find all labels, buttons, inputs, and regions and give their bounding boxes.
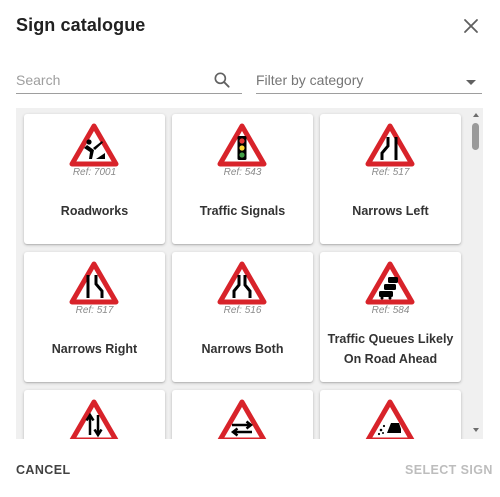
sign-name: Narrows Both — [201, 342, 284, 356]
sign-name: Narrows Left — [352, 204, 429, 218]
sign-ref: Ref: 7001 — [72, 167, 117, 178]
category-filter-label: Filter by category — [256, 72, 364, 88]
cancel-button[interactable]: CANCEL — [16, 463, 70, 477]
two-way-traffic-crosses-sign-icon — [217, 399, 267, 439]
sign-grid[interactable]: Ref: 7001 Roadworks Ref: 543 Traffic Sig… — [16, 108, 483, 439]
close-icon — [464, 19, 478, 33]
chevron-down-icon — [466, 80, 476, 85]
sign-ref: Ref: 543 — [223, 167, 262, 178]
sign-ref: Ref: 517 — [371, 167, 410, 178]
sign-ref: Ref: 584 — [371, 305, 410, 316]
sign-catalogue-dialog: Sign catalogue Filter by category Ref: 7… — [0, 0, 500, 497]
sign-name: Narrows Right — [51, 342, 138, 356]
road-narrows-right-sign-icon — [69, 261, 119, 305]
grid-scrollbar[interactable] — [469, 108, 483, 439]
sign-card-narrows-left[interactable]: Ref: 517 Narrows Left — [320, 114, 461, 244]
sign-name: Traffic Signals — [199, 204, 286, 218]
search-field — [16, 68, 242, 94]
sign-name: Traffic Queues Likely On Road Ahead — [327, 332, 454, 366]
sign-ref: Ref: 517 — [75, 305, 114, 316]
category-filter-select[interactable]: Filter by category — [256, 68, 482, 94]
sign-card-narrows-both[interactable]: Ref: 516 Narrows Both — [172, 252, 313, 382]
select-sign-button[interactable]: SELECT SIGN — [405, 463, 493, 477]
scroll-up-arrow-icon[interactable] — [473, 113, 479, 117]
road-narrows-left-sign-icon — [365, 123, 415, 167]
search-icon[interactable] — [212, 70, 232, 90]
sign-ref: Ref: 516 — [223, 305, 262, 316]
search-input[interactable] — [16, 68, 206, 92]
close-button[interactable] — [459, 14, 483, 38]
loose-chippings-sign-icon — [365, 399, 415, 439]
two-way-traffic-sign-icon — [69, 399, 119, 439]
sign-card-traffic-signals[interactable]: Ref: 543 Traffic Signals — [172, 114, 313, 244]
scrollbar-thumb[interactable] — [472, 123, 479, 150]
scroll-down-arrow-icon[interactable] — [473, 428, 479, 432]
sign-card-loose-chippings[interactable] — [320, 390, 461, 439]
sign-card-two-way-crossing[interactable] — [172, 390, 313, 439]
traffic-signals-sign-icon — [217, 123, 267, 167]
road-narrows-both-sign-icon — [217, 261, 267, 305]
sign-card-traffic-queues[interactable]: Ref: 584 Traffic Queues Likely On Road A… — [320, 252, 461, 382]
sign-card-roadworks[interactable]: Ref: 7001 Roadworks — [24, 114, 165, 244]
sign-card-narrows-right[interactable]: Ref: 517 Narrows Right — [24, 252, 165, 382]
roadworks-sign-icon — [69, 123, 119, 167]
dialog-title: Sign catalogue — [16, 15, 146, 35]
traffic-queues-sign-icon — [365, 261, 415, 305]
sign-name: Roadworks — [60, 204, 129, 218]
sign-card-two-way-traffic[interactable] — [24, 390, 165, 439]
